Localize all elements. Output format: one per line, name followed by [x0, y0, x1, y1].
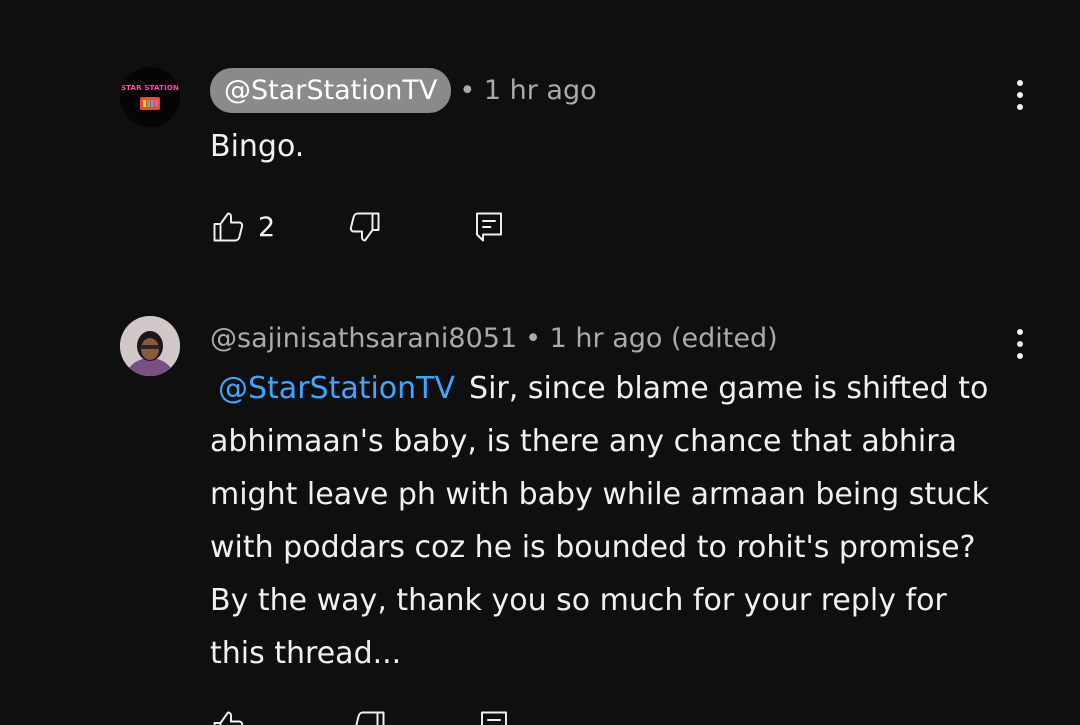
reply-button[interactable]	[471, 209, 507, 245]
thumb-down-icon	[352, 708, 388, 725]
reply-comment-icon	[471, 209, 507, 245]
reply-button[interactable]	[476, 708, 512, 725]
more-vert-icon	[1016, 328, 1024, 364]
dislike-button[interactable]	[352, 708, 388, 725]
timestamp: • 1 hr ago (edited)	[525, 323, 778, 354]
mention-link[interactable]: @StarStationTV	[218, 371, 455, 406]
comment-header: @StarStationTV • 1 hr ago	[210, 68, 597, 113]
author-name[interactable]: @sajinisathsarani8051	[210, 323, 517, 354]
avatar[interactable]	[120, 316, 180, 376]
avatar[interactable]: STAR STATION	[120, 67, 180, 127]
like-button[interactable]	[210, 708, 246, 725]
thumb-up-icon	[210, 708, 246, 725]
more-vert-icon	[1016, 79, 1024, 115]
comment-text: @StarStationTV Sir, since blame game is s…	[210, 362, 1010, 680]
comment-text: Bingo.	[210, 129, 305, 164]
comment-menu-button[interactable]	[1004, 326, 1036, 366]
author-name[interactable]: @StarStationTV	[210, 68, 452, 113]
comment-actions	[210, 706, 512, 725]
user-photo-icon	[120, 316, 180, 376]
comment-body: Sir, since blame game is shifted to abhi…	[210, 371, 990, 671]
tv-logo-icon	[140, 96, 160, 110]
comment-header: @sajinisathsarani8051 • 1 hr ago (edited…	[210, 316, 778, 361]
avatar-logo: STAR STATION	[120, 83, 180, 92]
timestamp: • 1 hr ago	[459, 75, 597, 106]
like-count: 2	[258, 211, 276, 243]
reply-comment-icon	[476, 708, 512, 725]
comment-actions: 2	[210, 207, 507, 247]
comments-thread: STAR STATION @StarStationTV • 1 hr ago B…	[0, 0, 1080, 725]
comment-menu-button[interactable]	[1004, 77, 1036, 117]
thumb-down-icon	[347, 209, 383, 245]
dislike-button[interactable]	[347, 209, 383, 245]
thumb-up-icon	[210, 209, 246, 245]
like-button[interactable]: 2	[210, 209, 275, 245]
